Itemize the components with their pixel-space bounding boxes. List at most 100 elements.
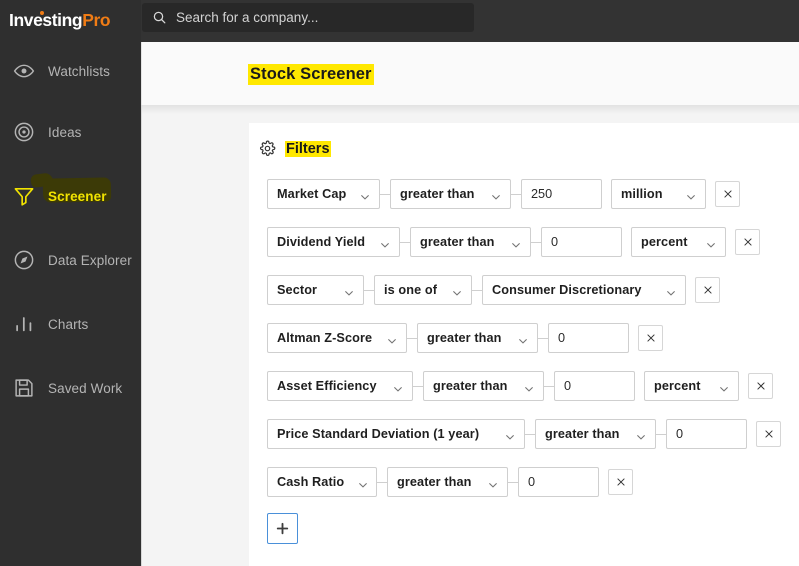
- chevron-down-icon: [360, 189, 370, 200]
- filter-value-text: 0: [551, 235, 559, 249]
- filter-metric-select[interactable]: Cash Ratio: [267, 467, 377, 497]
- chevron-down-icon: [380, 237, 390, 248]
- sidebar-item-screener[interactable]: Screener: [0, 164, 141, 228]
- remove-filter-button[interactable]: [695, 277, 720, 303]
- filter-operator-select[interactable]: greater than: [535, 419, 656, 449]
- filter-unit-label: million: [621, 187, 663, 201]
- filter-metric-label: Market Cap: [277, 187, 347, 201]
- filter-operator-select[interactable]: is one of: [374, 275, 472, 305]
- close-icon: [703, 286, 712, 294]
- filter-operator-select[interactable]: greater than: [417, 323, 538, 353]
- chevron-down-icon: [518, 333, 528, 344]
- filter-value-input[interactable]: 0: [541, 227, 622, 257]
- chevron-down-icon: [719, 381, 729, 392]
- filter-unit-label: percent: [641, 235, 688, 249]
- filter-metric-select[interactable]: Price Standard Deviation (1 year): [267, 419, 525, 449]
- sidebar-item-watchlists[interactable]: Watchlists: [0, 42, 141, 100]
- filter-metric-select[interactable]: Market Cap: [267, 179, 380, 209]
- chevron-down-icon: [491, 189, 501, 200]
- page-title: Stock Screener: [248, 64, 374, 85]
- remove-filter-button[interactable]: [638, 325, 663, 351]
- filter-value-text: 0: [564, 379, 572, 393]
- funnel-icon: [13, 185, 35, 207]
- compass-icon: [13, 249, 35, 271]
- filter-operator-select[interactable]: greater than: [423, 371, 544, 401]
- filter-value-input[interactable]: 0: [548, 323, 629, 353]
- remove-filter-button[interactable]: [756, 421, 781, 447]
- brand-name-secondary: Pro: [82, 10, 111, 31]
- filter-operator-select[interactable]: greater than: [410, 227, 531, 257]
- filter-metric-label: Dividend Yield: [277, 235, 366, 249]
- row-connector: [364, 289, 374, 291]
- filter-value-input[interactable]: 0: [554, 371, 635, 401]
- filter-unit-select[interactable]: percent: [644, 371, 739, 401]
- filter-metric-select[interactable]: Sector: [267, 275, 364, 305]
- filter-value-input[interactable]: 0: [518, 467, 599, 497]
- filter-rows-list: Market Cap greater than 250 million Divi…: [249, 157, 799, 506]
- filter-value-input[interactable]: 250: [521, 179, 602, 209]
- close-icon: [616, 478, 625, 486]
- filter-operator-label: greater than: [433, 379, 508, 393]
- page-header: Stock Screener: [141, 42, 799, 105]
- page-title-wrap: Stock Screener: [248, 64, 374, 85]
- row-connector: [407, 337, 417, 339]
- search-icon: [152, 10, 167, 25]
- chevron-down-icon: [452, 285, 462, 296]
- remove-filter-button[interactable]: [735, 229, 760, 255]
- filter-metric-label: Sector: [277, 283, 318, 297]
- row-connector: [508, 481, 518, 483]
- chevron-down-icon: [344, 285, 354, 296]
- remove-filter-button[interactable]: [748, 373, 773, 399]
- filter-unit-select[interactable]: percent: [631, 227, 726, 257]
- chevron-down-icon: [511, 237, 521, 248]
- sidebar-item-label: Screener: [48, 188, 107, 204]
- filter-metric-select[interactable]: Altman Z-Score: [267, 323, 407, 353]
- brand-logo-text: InvestingPro: [9, 10, 111, 31]
- sidebar-item-charts[interactable]: Charts: [0, 292, 141, 356]
- chevron-down-icon: [666, 285, 676, 296]
- filter-value-text: 250: [531, 187, 553, 201]
- filter-value-select[interactable]: Consumer Discretionary: [482, 275, 686, 305]
- filter-unit-select[interactable]: million: [611, 179, 706, 209]
- filter-value-input[interactable]: 0: [666, 419, 747, 449]
- filter-row: Sector is one of Consumer Discretionary: [267, 266, 799, 314]
- filter-metric-label: Cash Ratio: [277, 475, 345, 489]
- row-connector: [656, 433, 666, 435]
- floppy-disk-icon: [13, 377, 35, 399]
- add-filter-button[interactable]: [267, 513, 298, 544]
- filter-value-label: Consumer Discretionary: [492, 283, 642, 297]
- chevron-down-icon: [686, 189, 696, 200]
- remove-filter-button[interactable]: [715, 181, 740, 207]
- search-placeholder-text: Search for a company...: [176, 10, 319, 25]
- filter-value-text: 0: [528, 475, 536, 489]
- brand-logo[interactable]: InvestingPro: [0, 0, 141, 42]
- top-bar: Search for a company...: [141, 0, 799, 42]
- remove-filter-button[interactable]: [608, 469, 633, 495]
- plus-icon: [276, 522, 289, 535]
- sidebar-item-data-explorer[interactable]: Data Explorer: [0, 228, 141, 292]
- sidebar: InvestingPro Watchlists Ideas Screener D…: [0, 0, 141, 566]
- gear-icon[interactable]: [259, 140, 276, 157]
- search-input[interactable]: Search for a company...: [142, 3, 474, 32]
- row-connector: [531, 241, 541, 243]
- chevron-down-icon: [387, 333, 397, 344]
- filter-metric-select[interactable]: Dividend Yield: [267, 227, 400, 257]
- filter-operator-select[interactable]: greater than: [390, 179, 511, 209]
- chevron-down-icon: [393, 381, 403, 392]
- brand-dot-icon: [39, 11, 44, 16]
- row-connector: [472, 289, 482, 291]
- sidebar-item-ideas[interactable]: Ideas: [0, 100, 141, 164]
- row-connector: [377, 481, 387, 483]
- row-connector: [511, 193, 521, 195]
- filter-metric-label: Price Standard Deviation (1 year): [277, 427, 480, 441]
- sidebar-item-saved-work[interactable]: Saved Work: [0, 356, 141, 420]
- chevron-down-icon: [636, 429, 646, 440]
- filter-operator-label: is one of: [384, 283, 438, 297]
- close-icon: [646, 334, 655, 342]
- filter-operator-select[interactable]: greater than: [387, 467, 508, 497]
- filter-unit-label: percent: [654, 379, 701, 393]
- filter-operator-label: greater than: [397, 475, 472, 489]
- chevron-down-icon: [505, 429, 515, 440]
- filter-metric-select[interactable]: Asset Efficiency: [267, 371, 413, 401]
- filter-operator-label: greater than: [400, 187, 475, 201]
